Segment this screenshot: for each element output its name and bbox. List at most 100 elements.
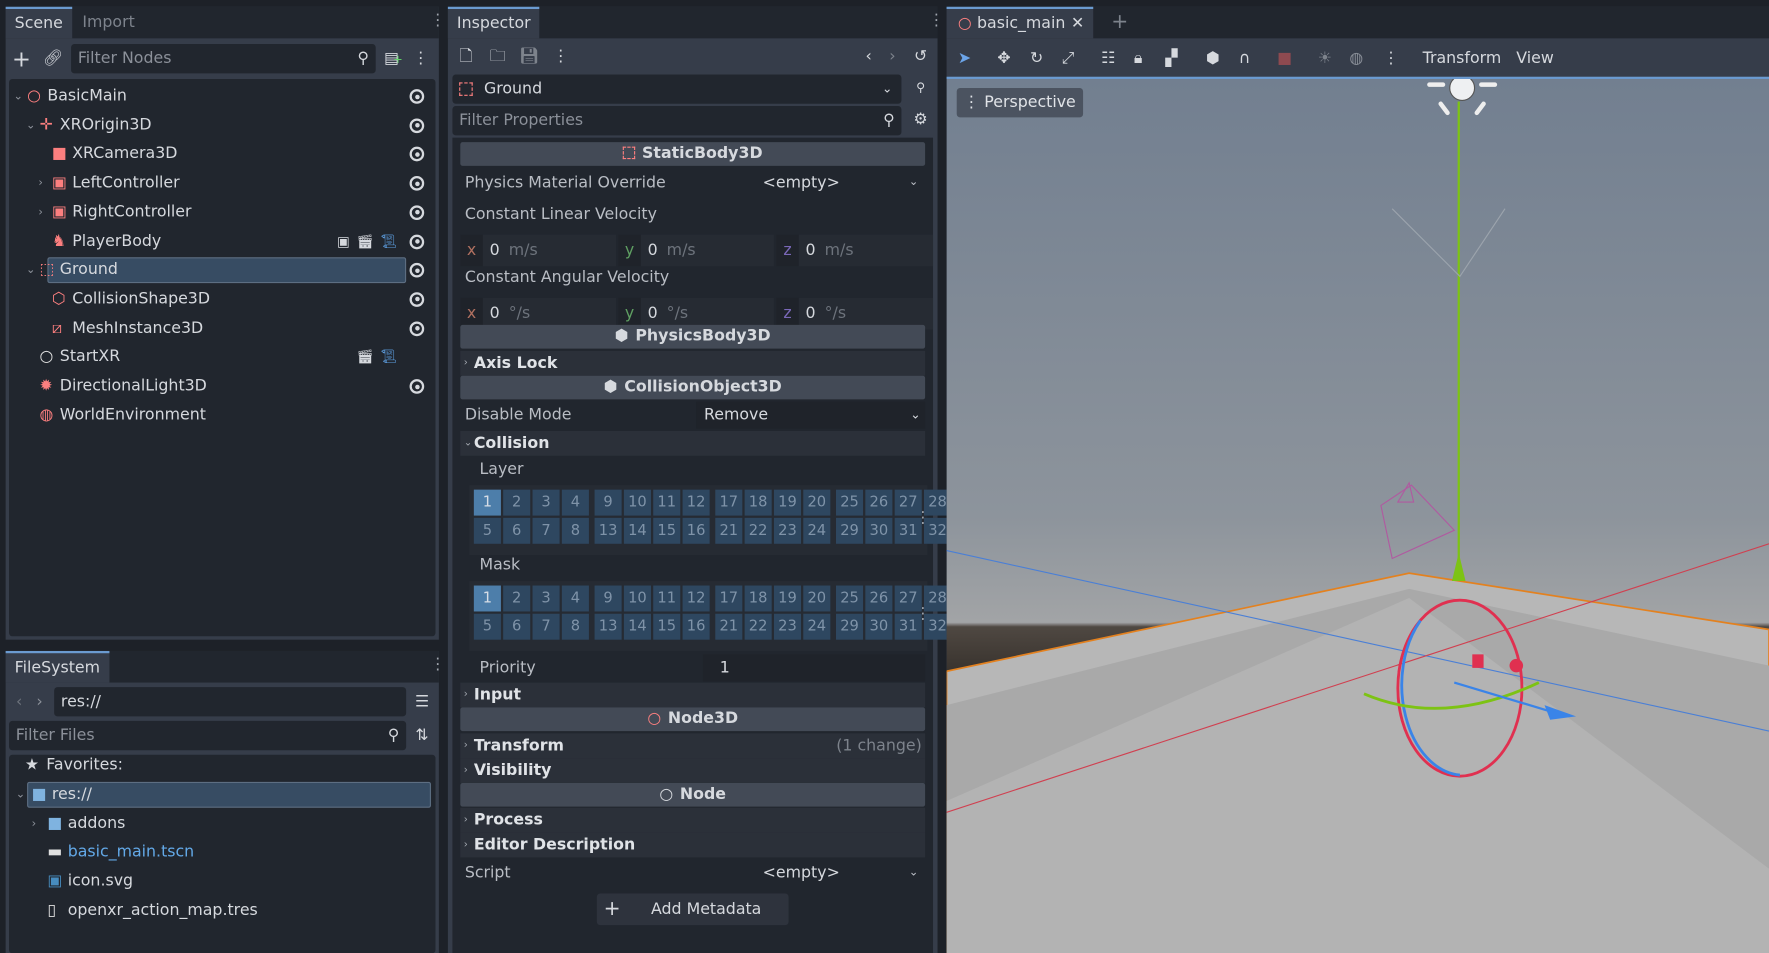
local-space-icon[interactable]: ⬢ — [1206, 50, 1220, 68]
tab-basic-main[interactable]: ○ basic_main ✕ — [946, 6, 1094, 39]
mask-bit-13[interactable]: 13 — [594, 613, 622, 640]
tab-import[interactable]: Import — [73, 7, 143, 39]
visibility-eye-icon[interactable] — [409, 379, 425, 394]
save-icon[interactable]: 💾︎ — [518, 45, 541, 68]
mask-bit-30[interactable]: 30 — [865, 613, 893, 640]
tab-inspector[interactable]: Inspector — [447, 6, 540, 39]
disable-mode-row[interactable]: Disable Mode Remove ⌄ — [460, 401, 926, 429]
mask-bit-9[interactable]: 9 — [594, 585, 622, 612]
script-row[interactable]: Script <empty> ⌄ — [460, 860, 925, 887]
priority-field[interactable]: 1 — [702, 654, 926, 682]
layer-menu-icon[interactable]: ⋮ — [915, 510, 931, 526]
file-item[interactable]: ▬ basic_main.tscn — [9, 839, 435, 867]
layer-bit-13[interactable]: 13 — [594, 517, 622, 544]
chevron-down-icon[interactable]: ⌄ — [14, 82, 23, 110]
lock-icon[interactable]: 🔒︎ — [1134, 50, 1142, 68]
section-collision[interactable]: ⌄ Collision — [460, 430, 926, 456]
section-editor-description[interactable]: › Editor Description — [460, 832, 926, 858]
property-value[interactable]: <empty> — [763, 169, 840, 196]
instance-icon[interactable]: 🎬︎ — [356, 343, 373, 371]
attach-script-icon[interactable]: ▤ + — [380, 47, 403, 70]
layer-bit-15[interactable]: 15 — [653, 517, 681, 544]
mask-bit-10[interactable]: 10 — [623, 585, 651, 612]
mask-bit-7[interactable]: 7 — [532, 613, 560, 640]
filter-properties-input[interactable]: Filter Properties ⚲ — [452, 106, 902, 136]
mask-bit-18[interactable]: 18 — [744, 585, 772, 612]
viewport-menu-icon[interactable]: ⋮ — [1383, 50, 1399, 68]
scene-node-playerbody[interactable]: ♞ PlayerBody ▣ 🎬︎ 📜︎ — [9, 227, 435, 255]
layer-bit-7[interactable]: 7 — [532, 517, 560, 544]
tools-icon[interactable]: ⚙ — [909, 108, 932, 131]
file-item[interactable]: › ■ addons — [9, 810, 435, 838]
perspective-menu-button[interactable]: ⋮ Perspective — [956, 87, 1083, 118]
history-icon[interactable]: ↺ — [909, 45, 932, 68]
open-folder-icon[interactable]: 🗀︎ — [486, 45, 509, 68]
mask-bit-11[interactable]: 11 — [653, 585, 681, 612]
visibility-eye-icon[interactable] — [409, 147, 425, 162]
physics-material-override-row[interactable]: Physics Material Override <empty> ⌄ — [460, 169, 925, 196]
scene-node-basicmain[interactable]: ⌄ ○ BasicMain — [9, 82, 435, 110]
mask-bit-16[interactable]: 16 — [682, 613, 710, 640]
environment-icon[interactable]: ◍ — [1349, 50, 1363, 68]
scene-node-worldenvironment[interactable]: ◍ WorldEnvironment — [9, 401, 435, 429]
section-input[interactable]: › Input — [460, 682, 926, 708]
scene-node-leftcontroller[interactable]: › ▣ LeftController — [9, 169, 435, 197]
layer-bit-3[interactable]: 3 — [532, 489, 560, 516]
select-tool-icon[interactable]: ➤ — [958, 50, 971, 68]
3d-viewport[interactable]: ⋮ Perspective — [946, 76, 1769, 953]
chevron-right-icon[interactable]: › — [32, 810, 37, 838]
rotate-tool-icon[interactable]: ↻ — [1030, 50, 1043, 68]
layer-bit-8[interactable]: 8 — [561, 517, 589, 544]
layer-bit-11[interactable]: 11 — [653, 489, 681, 516]
visibility-eye-icon[interactable] — [409, 234, 425, 249]
mask-bit-5[interactable]: 5 — [473, 613, 501, 640]
mask-bit-21[interactable]: 21 — [715, 613, 743, 640]
layer-bit-6[interactable]: 6 — [503, 517, 531, 544]
new-resource-icon[interactable]: 🗋︎ — [455, 45, 478, 68]
forward-icon[interactable]: › — [28, 690, 51, 713]
tab-filesystem[interactable]: FileSystem — [5, 650, 110, 683]
linear-velocity-x-field[interactable]: x 0 m/s — [460, 234, 616, 267]
mask-bit-3[interactable]: 3 — [532, 585, 560, 612]
chevron-right-icon[interactable]: › — [38, 169, 43, 197]
mask-bit-24[interactable]: 24 — [803, 613, 831, 640]
visibility-eye-icon[interactable] — [409, 89, 425, 104]
filter-files-input[interactable]: Filter Files ⚲ — [9, 720, 407, 751]
link-icon[interactable]: 🔗︎ — [42, 47, 65, 70]
linear-velocity-y-field[interactable]: y 0 m/s — [618, 234, 774, 267]
mask-bit-29[interactable]: 29 — [835, 613, 864, 640]
priority-row[interactable]: Priority 1 — [460, 654, 926, 682]
layer-menu-icon[interactable]: ⋮ — [915, 606, 931, 622]
linear-velocity-z-field[interactable]: z 0 m/s — [776, 234, 934, 267]
scene-node-startxr[interactable]: ○ StartXR 🎬︎ 📜︎ — [9, 343, 435, 371]
mask-bit-23[interactable]: 23 — [773, 613, 802, 640]
section-axis-lock[interactable]: › Axis Lock — [460, 350, 926, 376]
mask-bit-6[interactable]: 6 — [503, 613, 531, 640]
script-icon[interactable]: 📜︎ — [380, 227, 397, 255]
history-forward-icon[interactable]: › — [881, 45, 904, 68]
favorites-row[interactable]: ★ Favorites: — [9, 751, 435, 779]
property-value[interactable]: <empty> — [763, 860, 840, 887]
script-icon[interactable]: 📜︎ — [380, 343, 397, 371]
mask-bit-1[interactable]: 1 — [473, 585, 501, 612]
scene-node-xrcamera3d[interactable]: ■ XRCamera3D — [9, 140, 435, 168]
path-field[interactable]: res:// — [54, 687, 407, 717]
visibility-eye-icon[interactable] — [409, 263, 425, 278]
layer-bit-26[interactable]: 26 — [865, 489, 893, 516]
chevron-down-icon[interactable]: ⌄ — [16, 781, 25, 809]
chevron-right-icon[interactable]: › — [38, 198, 43, 226]
snap-icon[interactable]: ∩ — [1239, 50, 1251, 68]
visibility-eye-icon[interactable] — [409, 118, 425, 133]
scene-node-directionallight3d[interactable]: ✹ DirectionalLight3D — [9, 372, 435, 400]
mask-bit-4[interactable]: 4 — [561, 585, 589, 612]
layer-bit-20[interactable]: 20 — [803, 489, 831, 516]
visibility-eye-icon[interactable] — [409, 321, 425, 336]
scene-node-ground[interactable]: ⌄ ⬚ Ground — [9, 256, 435, 284]
layer-bit-16[interactable]: 16 — [682, 517, 710, 544]
mask-bit-15[interactable]: 15 — [653, 613, 681, 640]
section-process[interactable]: › Process — [460, 807, 926, 833]
mask-bit-14[interactable]: 14 — [623, 613, 651, 640]
doc-icon[interactable]: ⚲ — [909, 77, 932, 100]
scene-menu-icon[interactable]: ⋮ — [410, 47, 433, 70]
chevron-down-icon[interactable]: ⌄ — [909, 860, 918, 887]
